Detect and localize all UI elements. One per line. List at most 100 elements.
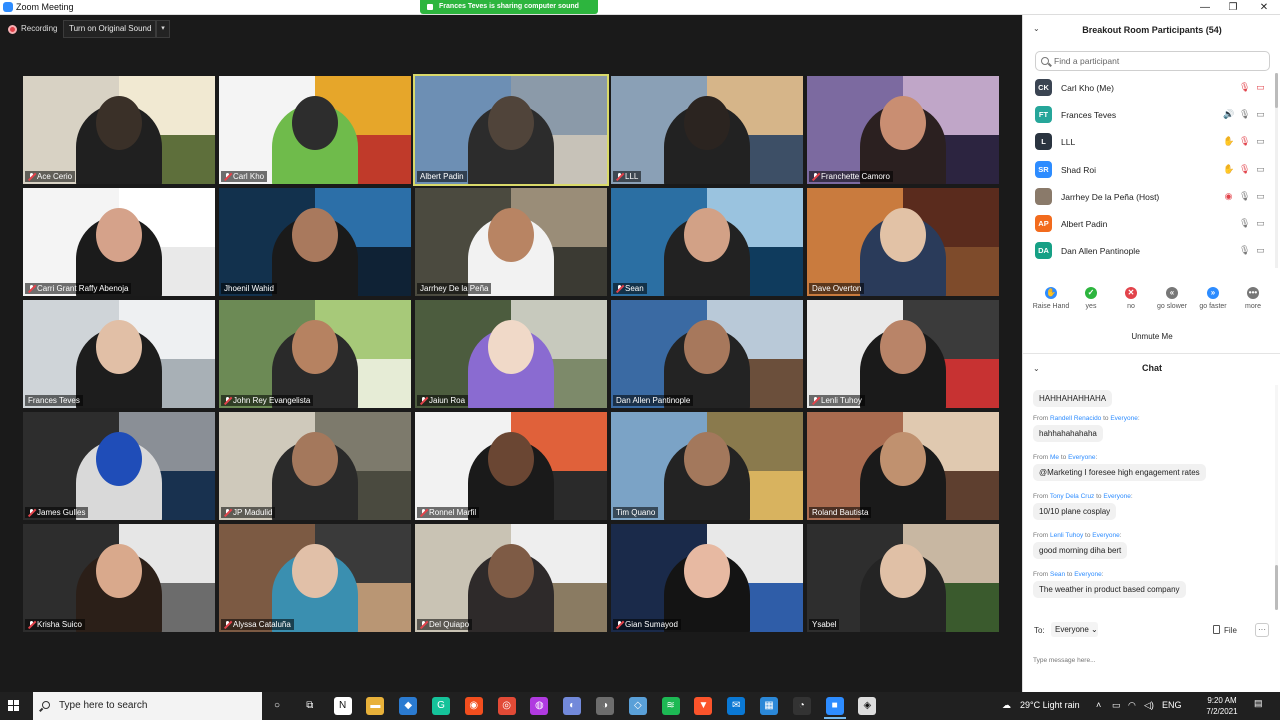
participant-row[interactable]: Jarrhey De la Peña (Host) ◉ 🎙 ▭ — [1023, 184, 1280, 211]
video-tile[interactable]: Alyssa Cataluña — [219, 524, 411, 632]
participant-row[interactable]: SR Shad Roi ✋ 🎙 ▭ — [1023, 157, 1280, 184]
participant-row[interactable]: FT Frances Teves 🔊 🎙 ▭ — [1023, 102, 1280, 129]
participant-scrollbar[interactable] — [1275, 73, 1278, 268]
reaction-no-button[interactable]: ✕ no — [1111, 285, 1151, 310]
brave-icon[interactable]: ▼ — [694, 697, 713, 715]
taskbar-search-box[interactable]: Type here to search — [33, 692, 262, 720]
original-sound-dropdown-icon[interactable]: ▾ — [156, 20, 170, 38]
video-tile[interactable]: Franchette Camoro — [807, 76, 999, 184]
close-button[interactable]: ✕ — [1250, 0, 1278, 15]
chat-sender[interactable]: Sean — [1050, 571, 1065, 578]
app-icon[interactable]: ◑ — [596, 697, 614, 715]
video-tile[interactable]: Jhoenil Wahid — [219, 188, 411, 296]
participant-row[interactable]: AP Albert Padin 🎙 ▭ — [1023, 211, 1280, 238]
mic-muted-icon — [28, 509, 35, 516]
video-tile[interactable]: Frances Teves — [23, 300, 215, 408]
participant-name-label: Tim Quano — [613, 507, 659, 518]
chat-recipient[interactable]: Everyone — [1110, 415, 1137, 422]
network-icon[interactable]: ▭ — [1112, 700, 1121, 711]
participant-row[interactable]: L LLL ✋ 🎙 ▭ — [1023, 129, 1280, 156]
video-tile[interactable]: JP Madulid — [219, 412, 411, 520]
wifi-icon[interactable]: ◠ — [1128, 700, 1136, 711]
spotify-icon[interactable]: ≋ — [661, 697, 680, 715]
discord-icon[interactable]: ◐ — [563, 697, 582, 715]
calendar-icon[interactable]: ▦ — [760, 697, 778, 715]
chat-sender[interactable]: Randell Renacido — [1050, 415, 1101, 422]
video-tile[interactable]: Jarrhey De la Peña — [415, 188, 607, 296]
chat-recipient[interactable]: Everyone — [1068, 454, 1095, 461]
tray-overflow-icon[interactable]: ˄ — [1096, 700, 1101, 710]
participant-name-label: Ronnel Marfil — [417, 507, 480, 518]
notification-icon[interactable]: ▤ — [1254, 698, 1263, 709]
video-tile[interactable]: Ronnel Marfil — [415, 412, 607, 520]
video-tile[interactable]: Dave Overton — [807, 188, 999, 296]
video-tile[interactable]: Jaiun Roa — [415, 300, 607, 408]
video-tile[interactable]: Sean — [611, 188, 803, 296]
chat-message-input[interactable] — [1033, 640, 1271, 680]
original-sound-button[interactable]: Turn on Original Sound — [63, 20, 156, 38]
video-tile[interactable]: Ysabel — [807, 524, 999, 632]
cortana-icon[interactable]: ○ — [268, 697, 286, 715]
vscode-icon[interactable]: ◆ — [399, 697, 418, 715]
chat-more-button[interactable]: ··· — [1255, 623, 1269, 637]
chat-recipient[interactable]: Everyone — [1074, 571, 1101, 578]
file-button[interactable]: File — [1213, 625, 1237, 635]
participant-name-label: Del Quiapo — [417, 619, 473, 630]
reaction-go-faster-button[interactable]: » go faster — [1193, 285, 1233, 310]
task-view-icon[interactable]: ⧉ — [301, 697, 319, 715]
video-tile[interactable]: Carri Grant Raffy Abenoja — [23, 188, 215, 296]
chat-recipient[interactable]: Everyone — [1092, 532, 1119, 539]
zoom-icon[interactable]: ■ — [825, 697, 844, 715]
video-tile[interactable]: Dan Allen Pantinople — [611, 300, 803, 408]
video-tile[interactable]: John Rey Evangelista — [219, 300, 411, 408]
extra-app-icon[interactable]: ◈ — [858, 697, 877, 715]
video-tile[interactable]: LLL — [611, 76, 803, 184]
chat-sender[interactable]: Tony Dela Cruz — [1050, 493, 1094, 500]
notion-icon[interactable]: N — [333, 697, 352, 715]
video-tile[interactable]: Krisha Suico — [23, 524, 215, 632]
language-indicator[interactable]: ENG — [1162, 700, 1182, 710]
recipient-select[interactable]: Everyone ⌄ — [1051, 622, 1098, 637]
video-tile[interactable]: Del Quiapo — [415, 524, 607, 632]
participant-face — [292, 544, 338, 598]
video-tile[interactable]: Lenli Tuhoy — [807, 300, 999, 408]
figma-icon[interactable]: ◉ — [464, 697, 483, 715]
clock-icon[interactable]: ◔ — [792, 697, 811, 715]
volume-icon[interactable]: ◁) — [1144, 700, 1154, 711]
reaction-go-slower-button[interactable]: « go slower — [1152, 285, 1192, 310]
video-tile[interactable]: Roland Bautista — [807, 412, 999, 520]
notes-icon[interactable]: ◇ — [628, 697, 647, 715]
mail-icon[interactable]: ✉ — [727, 697, 746, 715]
reaction-yes-button[interactable]: ✓ yes — [1071, 285, 1111, 310]
reaction-more-button[interactable]: ••• more — [1233, 285, 1273, 310]
participant-search-input[interactable]: Find a participant — [1035, 51, 1270, 71]
video-tile[interactable]: Gian Sumayod — [611, 524, 803, 632]
mic-on-icon: 🎙 — [1239, 217, 1251, 228]
minimize-button[interactable]: — — [1191, 0, 1219, 15]
to-word: to — [1066, 571, 1073, 578]
chat-recipient[interactable]: Everyone — [1103, 493, 1130, 500]
recipient-value: Everyone — [1055, 625, 1089, 634]
video-tile[interactable]: Ace Cerio — [23, 76, 215, 184]
chrome-icon[interactable]: ◎ — [497, 697, 516, 715]
messenger-icon[interactable]: ◍ — [530, 697, 549, 715]
video-tile[interactable]: James Gulles — [23, 412, 215, 520]
weather-cloud-icon[interactable]: ☁ — [1002, 700, 1011, 711]
video-tile[interactable]: Albert Padin — [413, 74, 609, 186]
taskbar-clock[interactable]: 9:20 AM 7/2/2021 — [1200, 695, 1244, 717]
file-explorer-icon[interactable]: ▬ — [366, 697, 385, 715]
grammarly-icon[interactable]: G — [432, 697, 450, 715]
weather-text[interactable]: 29°C Light rain — [1020, 700, 1080, 710]
unmute-me-button[interactable]: Unmute Me — [1126, 329, 1178, 345]
video-tile[interactable]: Carl Kho — [219, 76, 411, 184]
chat-sender[interactable]: Me — [1050, 454, 1059, 461]
restore-button[interactable]: ❐ — [1219, 0, 1247, 15]
reaction-raise-hand-button[interactable]: ✋ Raise Hand — [1031, 285, 1071, 310]
video-tile[interactable]: Tim Quano — [611, 412, 803, 520]
participant-row[interactable]: CK Carl Kho (Me) 🎙 ▭ — [1023, 75, 1280, 102]
chat-scrollbar[interactable] — [1275, 385, 1278, 610]
participant-row[interactable]: DA Dan Allen Pantinople 🎙 ▭ — [1023, 238, 1280, 265]
windows-start-icon[interactable] — [8, 700, 20, 712]
mic-muted-icon — [420, 397, 427, 404]
chat-sender[interactable]: Lenli Tuhoy — [1050, 532, 1083, 539]
